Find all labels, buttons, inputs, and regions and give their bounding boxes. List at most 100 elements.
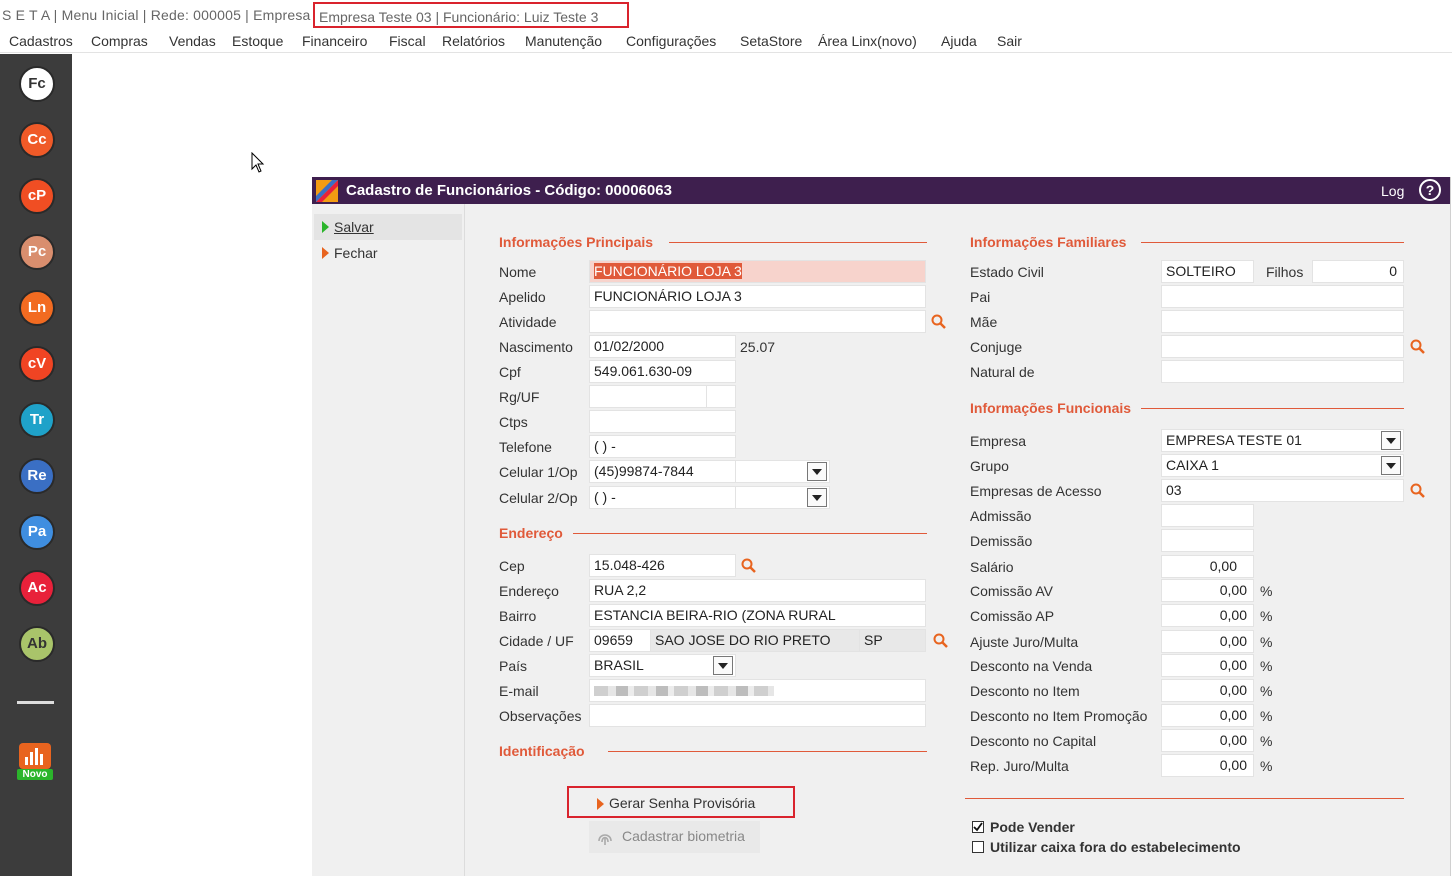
- cidade-field: SAO JOSE DO RIO PRETO: [650, 629, 860, 652]
- help-icon[interactable]: ?: [1419, 179, 1441, 201]
- launcher-ln-icon[interactable]: Ln: [19, 290, 55, 326]
- launcher-cv-icon[interactable]: cV: [19, 346, 55, 382]
- launcher-pc-icon[interactable]: Pc: [19, 234, 55, 270]
- menu-financeiro[interactable]: Financeiro: [302, 33, 367, 49]
- cep-field[interactable]: 15.048-426: [589, 554, 736, 577]
- grupo-select[interactable]: CAIXA 1: [1161, 454, 1404, 477]
- label-demissao: Demissão: [970, 533, 1033, 549]
- menu-vendas[interactable]: Vendas: [169, 33, 216, 49]
- empresas-acesso-field[interactable]: 03: [1161, 479, 1404, 502]
- salario-field[interactable]: 0,00: [1161, 555, 1254, 578]
- filhos-field[interactable]: 0: [1312, 260, 1404, 283]
- nascimento-field[interactable]: 01/02/2000: [589, 335, 736, 358]
- menu-fiscal[interactable]: Fiscal: [389, 33, 426, 49]
- menu-ajuda[interactable]: Ajuda: [941, 33, 977, 49]
- natural-field[interactable]: [1161, 360, 1404, 383]
- conjuge-field[interactable]: [1161, 335, 1404, 358]
- utilizar-caixa-checkbox[interactable]: [972, 841, 984, 853]
- empresa-dropdown-icon[interactable]: [1381, 431, 1401, 450]
- atividade-search-icon[interactable]: [931, 314, 947, 330]
- launcher-tr-icon[interactable]: Tr: [19, 402, 55, 438]
- launcher-ab-icon[interactable]: Ab: [19, 626, 55, 662]
- cidade-search-icon[interactable]: [933, 633, 949, 649]
- bar-chart-novo-icon[interactable]: Novo: [16, 739, 54, 783]
- actions-panel: Salvar Fechar: [312, 204, 465, 876]
- menu-estoque[interactable]: Estoque: [232, 33, 283, 49]
- codigo-cidade-field[interactable]: 09659: [589, 629, 651, 652]
- mae-field[interactable]: [1161, 310, 1404, 333]
- conjuge-search-icon[interactable]: [1410, 339, 1426, 355]
- menu-manutencao[interactable]: Manutenção: [525, 33, 602, 49]
- play-green-icon: [322, 221, 329, 233]
- ctps-field[interactable]: [589, 410, 736, 433]
- percent-sign: %: [1260, 634, 1273, 650]
- desc-venda-field[interactable]: 0,00: [1161, 654, 1254, 677]
- grupo-dropdown-icon[interactable]: [1381, 456, 1401, 475]
- pode-vender-label[interactable]: Pode Vender: [990, 819, 1075, 835]
- section-divider: [608, 751, 927, 752]
- label-rg: Rg/UF: [499, 389, 540, 405]
- label-nome: Nome: [499, 264, 537, 280]
- label-cpf: Cpf: [499, 364, 521, 380]
- empresas-acesso-search-icon[interactable]: [1410, 483, 1426, 499]
- menu-relatorios[interactable]: Relatórios: [442, 33, 505, 49]
- operadora2-dropdown-icon[interactable]: [807, 488, 827, 507]
- menu-sair[interactable]: Sair: [997, 33, 1022, 49]
- cadastrar-biometria-button[interactable]: Cadastrar biometria: [589, 821, 760, 853]
- cep-search-icon[interactable]: [741, 558, 757, 574]
- menu-configuracoes[interactable]: Configurações: [626, 33, 716, 49]
- cpf-field[interactable]: 549.061.630-09: [589, 360, 736, 383]
- label-nascimento: Nascimento: [499, 339, 573, 355]
- launcher-pa-icon[interactable]: Pa: [19, 514, 55, 550]
- telefone-field[interactable]: ( ) -: [589, 435, 736, 458]
- observacoes-field[interactable]: [589, 704, 926, 727]
- rep-juro-field[interactable]: 0,00: [1161, 754, 1254, 777]
- gerar-senha-button[interactable]: Gerar Senha Provisória: [567, 786, 795, 818]
- launcher-re-icon[interactable]: Re: [19, 458, 55, 494]
- endereco-field[interactable]: RUA 2,2: [589, 579, 926, 602]
- ajuste-field[interactable]: 0,00: [1161, 630, 1254, 653]
- menu-bar: Cadastros Compras Vendas Estoque Finance…: [0, 30, 1452, 53]
- bairro-field[interactable]: ESTANCIA BEIRA-RIO (ZONA RURAL: [589, 604, 926, 627]
- nome-value: FUNCIONÁRIO LOJA 3: [594, 263, 742, 279]
- fechar-button[interactable]: Fechar: [322, 245, 378, 261]
- launcher-cc-icon[interactable]: Cc: [19, 122, 55, 158]
- desc-item-field[interactable]: 0,00: [1161, 679, 1254, 702]
- menu-cadastros[interactable]: Cadastros: [9, 33, 73, 49]
- nome-field[interactable]: FUNCIONÁRIO LOJA 3: [589, 260, 926, 283]
- rg-field[interactable]: [589, 385, 707, 408]
- apelido-field[interactable]: FUNCIONÁRIO LOJA 3: [589, 285, 926, 308]
- operadora1-dropdown-icon[interactable]: [807, 462, 827, 481]
- menu-area-linx[interactable]: Área Linx(novo): [818, 33, 917, 49]
- percent-sign: %: [1260, 658, 1273, 674]
- fingerprint-icon: [598, 834, 612, 845]
- log-button[interactable]: Log: [1381, 183, 1404, 199]
- comissao-ap-field[interactable]: 0,00: [1161, 604, 1254, 627]
- utilizar-caixa-label[interactable]: Utilizar caixa fora do estabelecimento: [990, 839, 1241, 855]
- demissao-field[interactable]: [1161, 529, 1254, 552]
- section-endereco: Endereço: [499, 525, 563, 541]
- desc-item-promo-field[interactable]: 0,00: [1161, 704, 1254, 727]
- section-divider: [669, 242, 927, 243]
- empresa-select[interactable]: EMPRESA TESTE 01: [1161, 429, 1404, 452]
- launcher-ac-icon[interactable]: Ac: [19, 570, 55, 606]
- desc-capital-field[interactable]: 0,00: [1161, 729, 1254, 752]
- pode-vender-checkbox[interactable]: [972, 821, 984, 833]
- celular2-field[interactable]: ( ) -: [589, 486, 736, 509]
- launcher-fc-icon[interactable]: Fc: [19, 66, 55, 102]
- comissao-av-field[interactable]: 0,00: [1161, 579, 1254, 602]
- menu-setastore[interactable]: SetaStore: [740, 33, 802, 49]
- launcher-separator: [17, 701, 54, 704]
- menu-compras[interactable]: Compras: [91, 33, 148, 49]
- email-redacted: [594, 686, 774, 696]
- atividade-field[interactable]: [589, 310, 926, 333]
- salvar-button[interactable]: Salvar: [314, 214, 462, 240]
- pai-field[interactable]: [1161, 285, 1404, 308]
- estado-civil-field[interactable]: SOLTEIRO: [1161, 260, 1254, 283]
- celular1-field[interactable]: (45)99874-7844: [589, 460, 736, 483]
- admissao-field[interactable]: [1161, 504, 1254, 527]
- pais-dropdown-icon[interactable]: [713, 656, 733, 675]
- rg-uf-field[interactable]: [706, 385, 736, 408]
- launcher-cp-icon[interactable]: cP: [19, 178, 55, 214]
- email-field[interactable]: [589, 679, 926, 702]
